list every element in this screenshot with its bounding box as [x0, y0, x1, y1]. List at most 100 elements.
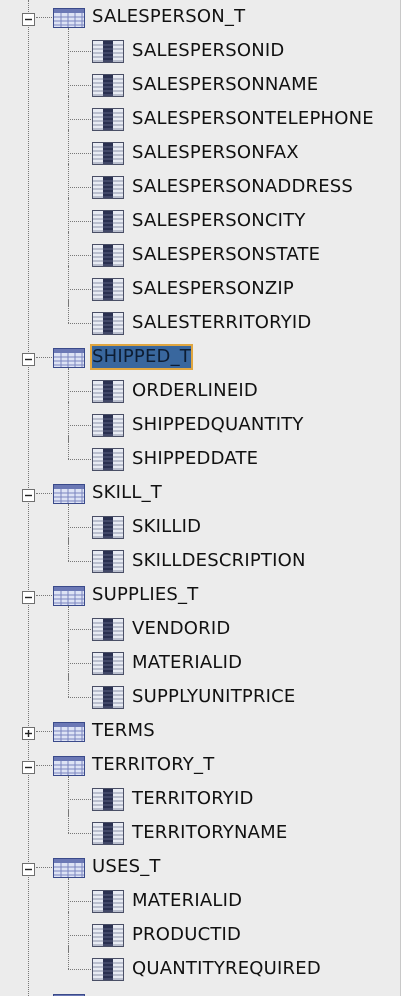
tree-node-column[interactable]: MATERIALID — [0, 878, 401, 918]
column-icon — [92, 618, 124, 641]
tree-connector — [68, 969, 91, 970]
collapse-icon[interactable] — [22, 350, 35, 366]
table-icon — [53, 756, 85, 776]
tree-node-supplies-t[interactable]: SUPPLIES_T — [0, 578, 401, 612]
tree-connector — [36, 867, 52, 868]
column-icon — [92, 414, 124, 437]
column-name-label: SALESPERSONCITY — [132, 210, 306, 231]
column-name-label: SALESPERSONADDRESS — [132, 176, 354, 197]
tree-connector — [68, 119, 91, 120]
column-name-label: SALESPERSONSTATE — [132, 244, 321, 265]
tree-node-column[interactable]: SALESPERSONSTATE — [0, 232, 401, 272]
column-icon — [92, 244, 124, 267]
tree-connector — [68, 187, 91, 188]
column-icon — [92, 822, 124, 845]
tree-connector — [36, 595, 52, 596]
tree-connector — [68, 391, 91, 392]
collapse-icon[interactable] — [22, 588, 35, 604]
tree-connector — [68, 289, 91, 290]
tree-node-column[interactable]: SALESPERSONADDRESS — [0, 164, 401, 204]
column-name-label: SALESPERSONFAX — [132, 142, 299, 163]
tree-node-column[interactable]: ORDERLINEID — [0, 368, 401, 408]
table-name-label: TERRITORY_T — [92, 754, 215, 775]
column-name-label: SKILLDESCRIPTION — [132, 550, 306, 571]
tree-node-column[interactable]: MATERIALID — [0, 640, 401, 680]
column-icon — [92, 686, 124, 709]
column-icon — [92, 210, 124, 233]
tree-node-salesperson-t[interactable]: SALESPERSON_T — [0, 0, 401, 34]
collapse-icon[interactable] — [22, 758, 35, 774]
collapse-icon[interactable] — [22, 860, 35, 876]
column-name-label: SALESPERSONNAME — [132, 74, 319, 95]
tree-node-column[interactable]: SKILLID — [0, 504, 401, 544]
tree-connector — [68, 833, 91, 834]
tree-connector — [68, 221, 91, 222]
tree-node-column[interactable]: TERRITORYNAME — [0, 810, 401, 850]
column-icon — [92, 550, 124, 573]
table-icon — [53, 858, 85, 878]
column-name-label: TERRITORYID — [132, 788, 254, 809]
tree-connector — [68, 436, 69, 459]
tree-connector — [68, 935, 91, 936]
column-name-label: MATERIALID — [132, 890, 243, 911]
column-name-label: VENDORID — [132, 618, 231, 639]
tree-node-column[interactable]: SALESPERSONNAME — [0, 62, 401, 102]
tree-node-terms[interactable]: TERMS — [0, 714, 401, 748]
column-name-label: SALESPERSONTELEPHONE — [132, 108, 374, 129]
tree-node-column[interactable]: QUANTITYREQUIRED — [0, 946, 401, 986]
column-icon — [92, 176, 124, 199]
column-icon — [92, 448, 124, 471]
tree-node-column[interactable]: SALESPERSONCITY — [0, 198, 401, 238]
tree-node-territory-t[interactable]: TERRITORY_T — [0, 748, 401, 782]
tree-connector — [36, 765, 52, 766]
column-icon — [92, 108, 124, 131]
table-icon — [53, 586, 85, 606]
table-name-label: SALESPERSON_T — [92, 6, 246, 27]
tree-node-column[interactable]: SALESPERSONTELEPHONE — [0, 96, 401, 136]
table-name-label: SHIPPED_T — [89, 344, 194, 370]
tree-node-column[interactable]: VENDORID — [0, 606, 401, 646]
tree-connector — [68, 153, 91, 154]
column-icon — [92, 142, 124, 165]
tree-connector — [68, 674, 69, 697]
tree-node-skill-t[interactable]: SKILL_T — [0, 476, 401, 510]
expand-icon[interactable] — [22, 724, 35, 740]
tree-node-column[interactable]: SALESTERRITORYID — [0, 300, 401, 340]
tree-node-column[interactable]: SKILLDESCRIPTION — [0, 538, 401, 578]
tree-node-column[interactable]: SHIPPEDQUANTITY — [0, 402, 401, 442]
tree-connector — [68, 300, 69, 323]
tree-node-column[interactable]: SALESPERSONID — [0, 28, 401, 68]
column-name-label: QUANTITYREQUIRED — [132, 958, 321, 979]
tree-connector — [68, 697, 91, 698]
tree-node-column[interactable]: SUPPLYUNITPRICE — [0, 674, 401, 714]
table-icon — [53, 8, 85, 28]
tree-connector — [68, 459, 91, 460]
column-name-label: MATERIALID — [132, 652, 243, 673]
tree-connector — [68, 901, 91, 902]
column-name-label: SALESPERSONID — [132, 40, 285, 61]
object-tree: SALESPERSON_T SALESPERSONID SALESPERSONNAM… — [0, 0, 401, 996]
column-icon — [92, 890, 124, 913]
tree-connector — [36, 731, 52, 732]
tree-node-column[interactable]: SHIPPEDDATE — [0, 436, 401, 476]
tree-connector — [68, 323, 91, 324]
tree-node-shipped-t[interactable]: SHIPPED_T — [0, 340, 401, 374]
tree-connector — [68, 538, 69, 561]
tree-node-uses-t[interactable]: USES_T — [0, 850, 401, 884]
column-name-label: SALESTERRITORYID — [132, 312, 312, 333]
tree-node-column[interactable]: SALESPERSONFAX — [0, 130, 401, 170]
tree-node-column[interactable]: TERRITORYID — [0, 776, 401, 816]
column-name-label: SHIPPEDQUANTITY — [132, 414, 304, 435]
tree-connector — [68, 527, 91, 528]
tree-connector — [68, 946, 69, 969]
tree-connector — [68, 85, 91, 86]
column-icon — [92, 958, 124, 981]
collapse-icon[interactable] — [22, 486, 35, 502]
tree-connector — [36, 493, 52, 494]
collapse-icon[interactable] — [22, 10, 35, 26]
column-icon — [92, 924, 124, 947]
column-name-label: PRODUCTID — [132, 924, 242, 945]
tree-node-column[interactable]: PRODUCTID — [0, 912, 401, 952]
column-name-label: SUPPLYUNITPRICE — [132, 686, 296, 707]
tree-node-column[interactable]: SALESPERSONZIP — [0, 266, 401, 306]
